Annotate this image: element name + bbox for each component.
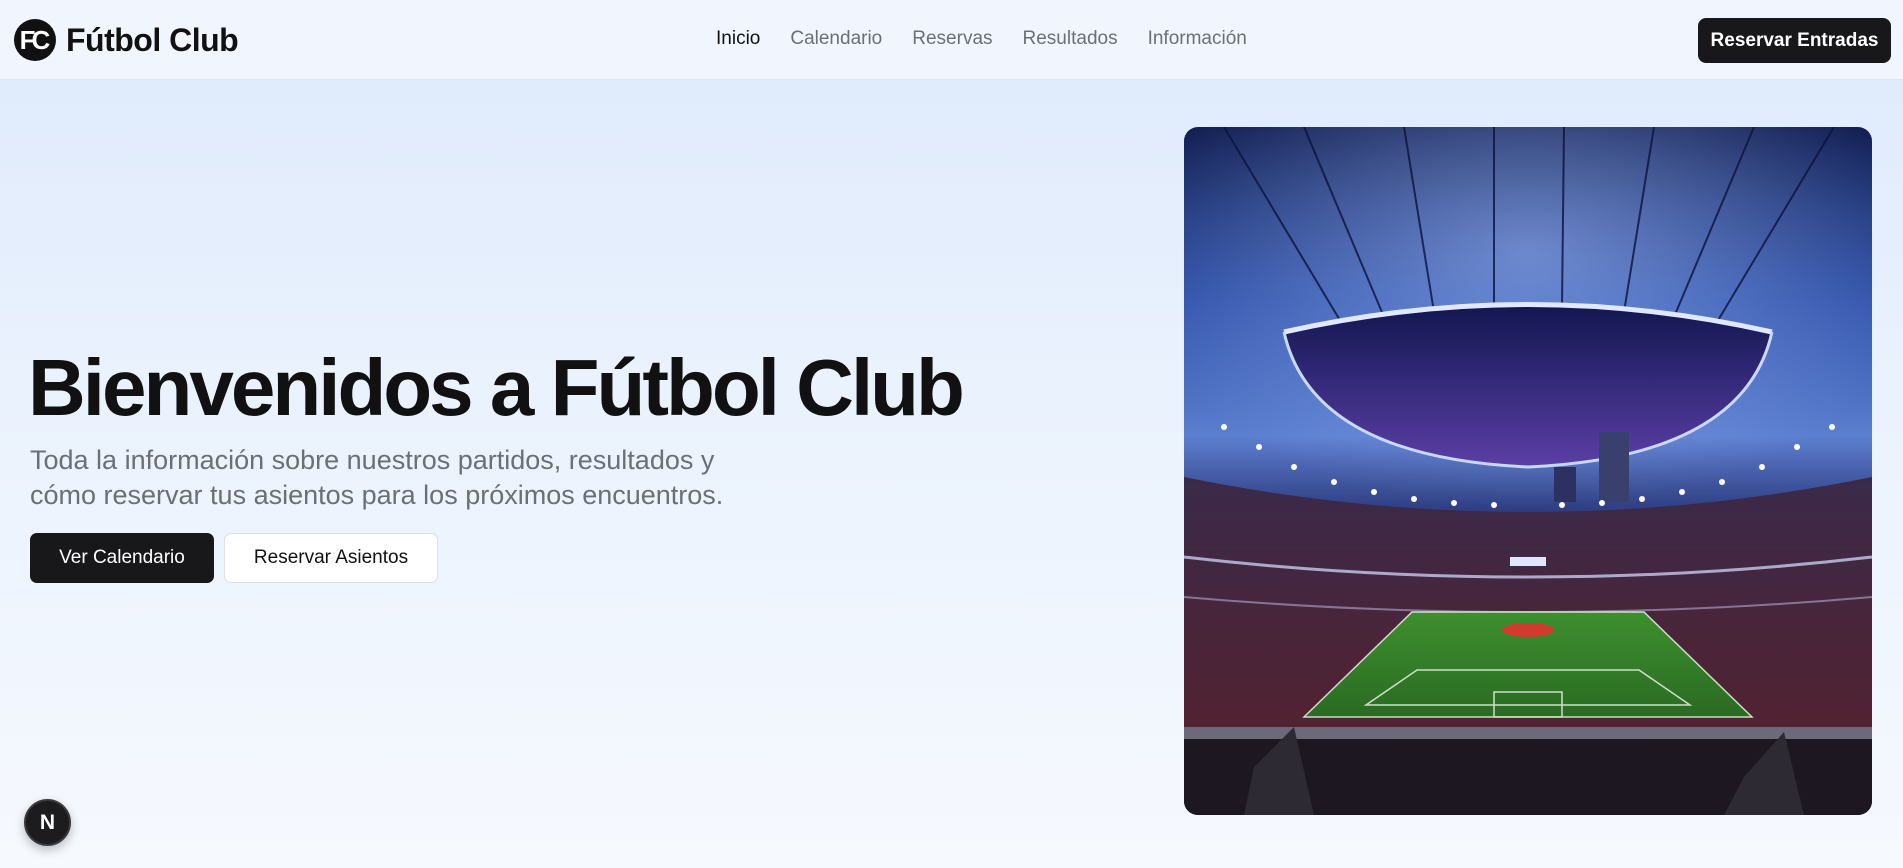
stadium-image bbox=[1184, 127, 1872, 815]
nav-link-resultados[interactable]: Resultados bbox=[1023, 28, 1118, 50]
hero-subtitle: Toda la información sobre nuestros parti… bbox=[30, 445, 724, 510]
nav-link-inicio[interactable]: Inicio bbox=[716, 28, 760, 50]
nav-link-calendario[interactable]: Calendario bbox=[790, 28, 882, 50]
hero-title: Bienvenidos a Fútbol Club bbox=[28, 343, 965, 432]
brand-name: Fútbol Club bbox=[66, 21, 239, 58]
reservar-asientos-button[interactable]: Reservar Asientos bbox=[224, 533, 438, 583]
main-nav: Inicio Calendario Reservas Resultados In… bbox=[716, 28, 1247, 50]
club-logo-icon: FC bbox=[14, 19, 56, 61]
next-logo-icon[interactable]: N bbox=[24, 799, 71, 846]
nav-link-reservas[interactable]: Reservas bbox=[912, 28, 992, 50]
ver-calendario-button[interactable]: Ver Calendario bbox=[30, 533, 214, 583]
site-header: FC Fútbol Club Inicio Calendario Reserva… bbox=[0, 0, 1903, 80]
reservar-entradas-button[interactable]: Reservar Entradas bbox=[1698, 18, 1891, 63]
nav-link-informacion[interactable]: Información bbox=[1148, 28, 1247, 50]
brand[interactable]: FC Fútbol Club bbox=[14, 19, 239, 61]
